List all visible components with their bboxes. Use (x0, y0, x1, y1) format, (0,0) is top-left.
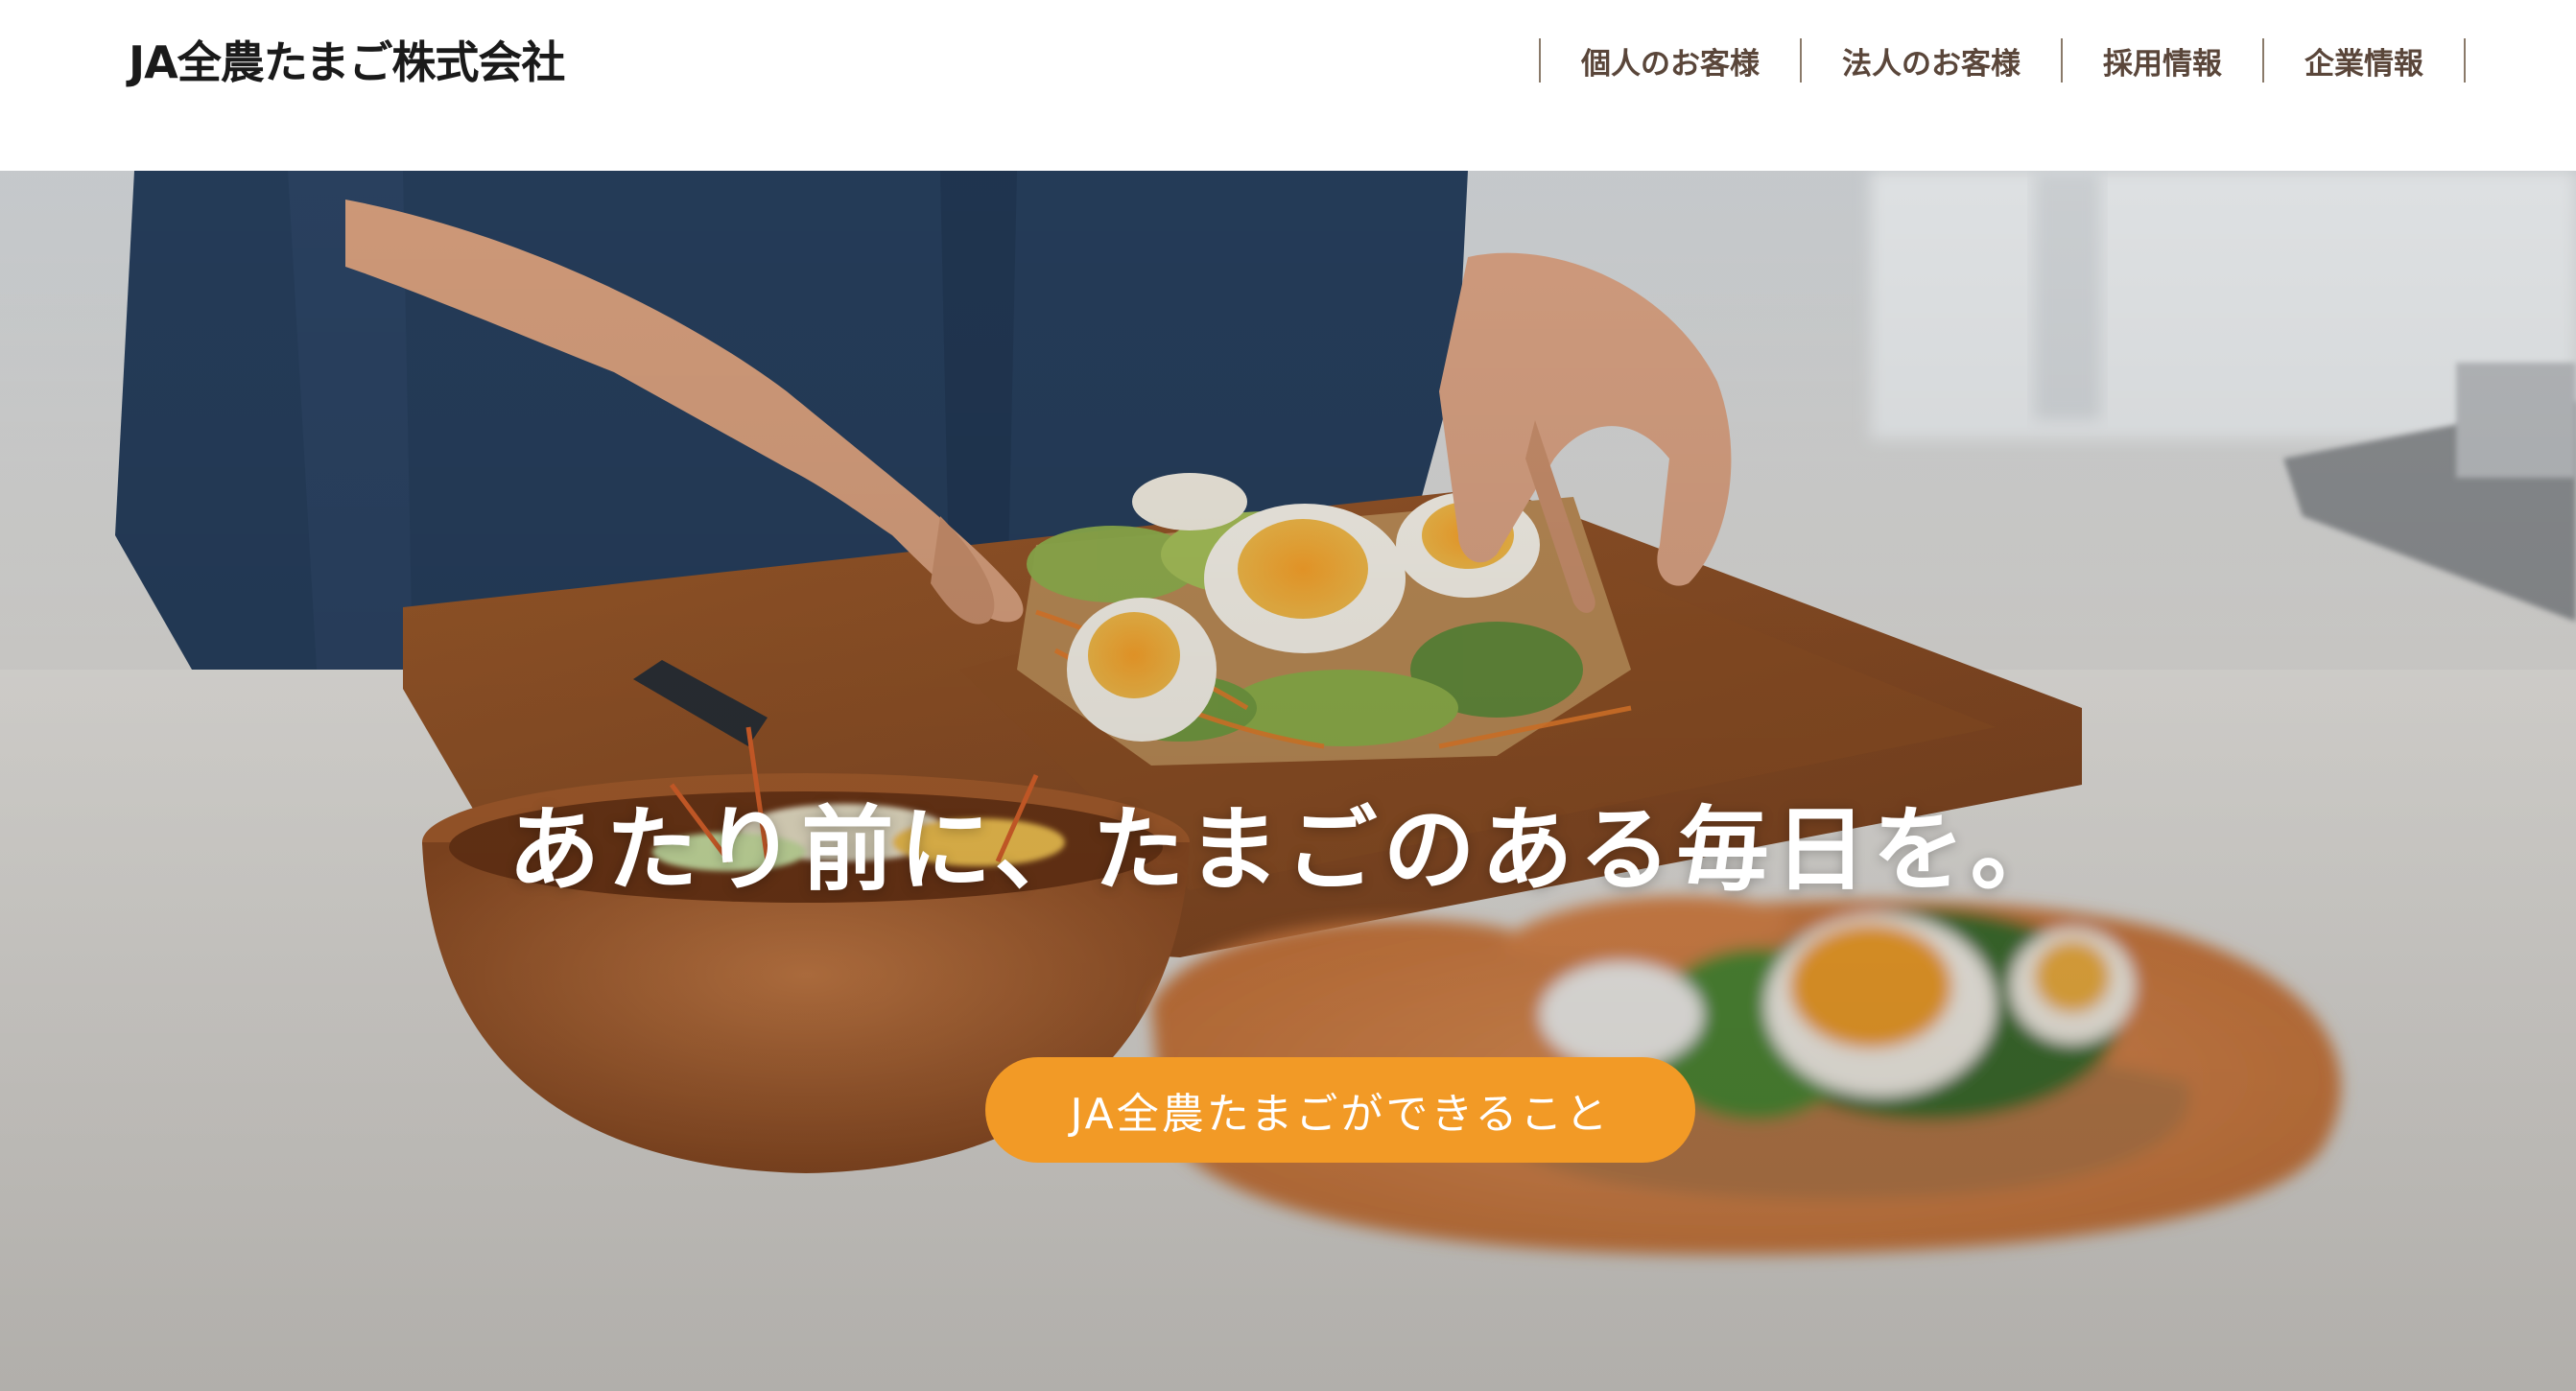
nav-item-recruit[interactable]: 採用情報 (2061, 38, 2262, 83)
site-header: JA全農たまご株式会社 個人のお客様 法人のお客様 採用情報 企業情報 (0, 0, 2576, 171)
nav-item-business[interactable]: 法人のお客様 (1800, 38, 2061, 83)
nav-item-company[interactable]: 企業情報 (2262, 38, 2466, 83)
hero-headline: あたり前に、たまごのある毎日を。 (508, 796, 2068, 904)
hero-section: あたり前に、たまごのある毎日を。 JA全農たまごができること (0, 171, 2576, 1391)
nav-item-personal[interactable]: 個人のお客様 (1539, 38, 1800, 83)
global-nav: 個人のお客様 法人のお客様 採用情報 企業情報 (1539, 38, 2466, 83)
site-logo[interactable]: JA全農たまご株式会社 (129, 35, 565, 90)
cta-button[interactable]: JA全農たまごができること (985, 1057, 1695, 1163)
